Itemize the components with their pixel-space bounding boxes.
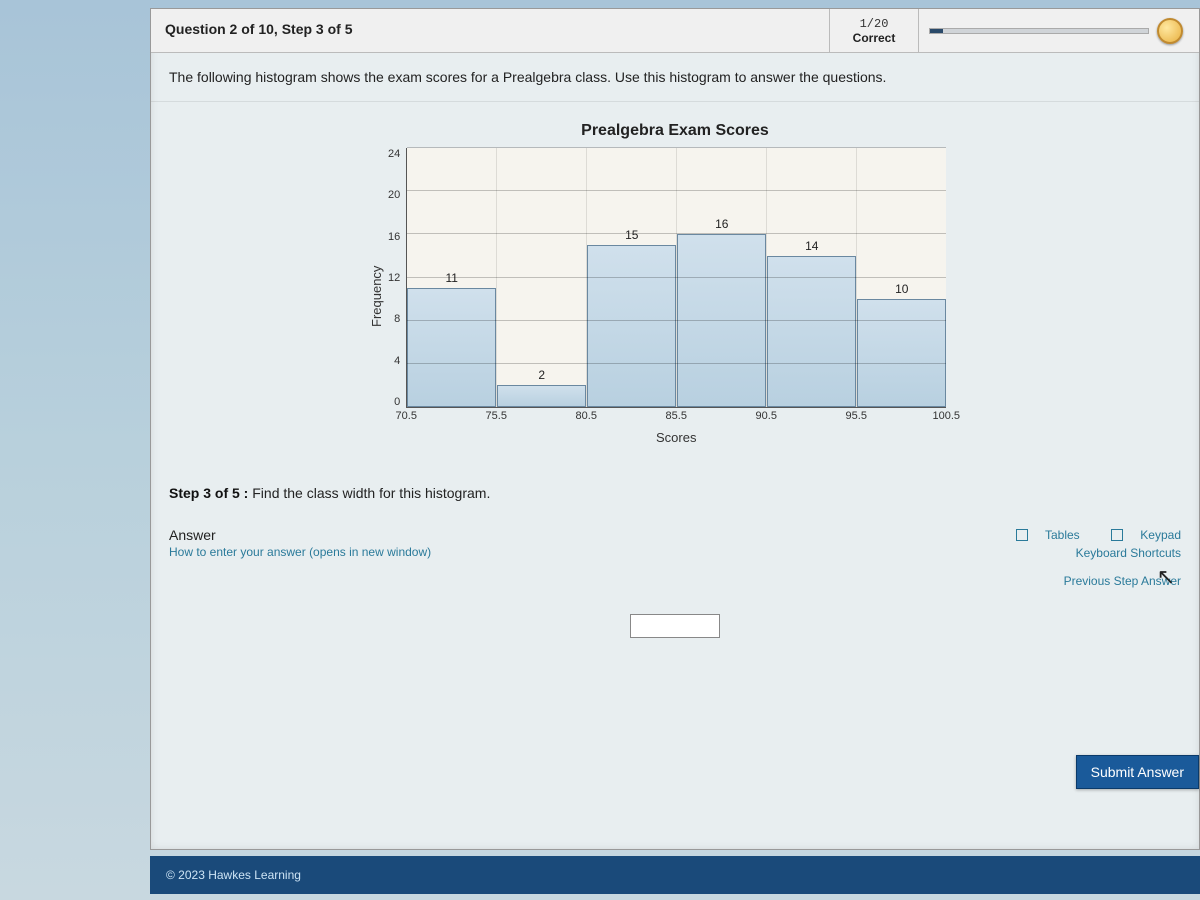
histogram-plot: 11 2 151614 10 (406, 148, 946, 408)
bar-value-label: 2 (498, 368, 585, 382)
main-panel: Question 2 of 10, Step 3 of 5 1/20 Corre… (150, 8, 1200, 850)
chart-title: Prealgebra Exam Scores (365, 122, 985, 140)
y-tick: 24 (388, 148, 400, 160)
histogram-bar: 14 (767, 148, 857, 407)
previous-step-link[interactable]: Previous Step Answer (988, 574, 1181, 588)
histogram-bar: 11 (407, 148, 497, 407)
y-tick: 16 (388, 231, 400, 243)
score-status: Correct (853, 31, 896, 45)
histogram-bar: 2 (497, 148, 587, 407)
histogram-bar: 15 (587, 148, 677, 407)
histogram-bar: 16 (677, 148, 767, 407)
x-tick: 95.5 (846, 410, 867, 422)
x-axis-ticks: 70.575.580.585.590.595.5100.5 (406, 408, 946, 426)
keypad-link[interactable]: Keypad (1097, 528, 1181, 542)
help-button[interactable] (1157, 18, 1183, 44)
question-step-label: Question 2 of 10, Step 3 of 5 (151, 9, 829, 52)
histogram-bar: 10 (857, 148, 946, 407)
keyboard-shortcuts-link[interactable]: Keyboard Shortcuts (988, 546, 1181, 560)
table-icon (1016, 529, 1028, 541)
step-label-bold: Step 3 of 5 : (169, 485, 248, 501)
progress-fill (930, 29, 943, 33)
y-tick: 0 (394, 396, 400, 408)
x-tick: 80.5 (576, 410, 597, 422)
x-tick: 100.5 (932, 410, 960, 422)
bar-value-label: 14 (768, 239, 855, 253)
tables-link[interactable]: Tables (1002, 528, 1080, 542)
y-tick: 8 (394, 313, 400, 325)
chart-zone: Prealgebra Exam Scores Frequency 2420161… (151, 102, 1199, 455)
x-tick: 70.5 (396, 410, 417, 422)
x-tick: 75.5 (486, 410, 507, 422)
bar-value-label: 10 (858, 282, 945, 296)
bar-value-label: 15 (588, 228, 675, 242)
answer-heading: Answer (169, 527, 431, 543)
bar-value-label: 11 (408, 271, 495, 285)
y-tick: 20 (388, 189, 400, 201)
progress-area (919, 9, 1199, 52)
score-box: 1/20 Correct (829, 9, 919, 52)
x-tick: 85.5 (666, 410, 687, 422)
how-to-enter-link[interactable]: How to enter your answer (opens in new w… (169, 545, 431, 559)
bar-value-label: 16 (678, 217, 765, 231)
answer-input[interactable] (630, 614, 720, 638)
y-axis-label: Frequency (365, 148, 388, 445)
score-fraction: 1/20 (860, 17, 889, 31)
answer-section: Answer How to enter your answer (opens i… (151, 511, 1199, 594)
step-prompt: Step 3 of 5 : Find the class width for t… (151, 455, 1199, 511)
x-axis-label: Scores (406, 430, 946, 445)
submit-answer-button[interactable]: Submit Answer (1076, 755, 1199, 789)
step-label-text: Find the class width for this histogram. (248, 485, 490, 501)
keypad-icon (1111, 529, 1123, 541)
question-instructions: The following histogram shows the exam s… (151, 53, 1199, 102)
footer-copyright: © 2023 Hawkes Learning (150, 856, 1200, 894)
x-tick: 90.5 (756, 410, 777, 422)
progress-bar (929, 28, 1149, 34)
y-tick: 12 (388, 272, 400, 284)
y-axis-ticks: 24 20 16 12 8 4 0 (388, 148, 406, 408)
y-tick: 4 (394, 355, 400, 367)
header-row: Question 2 of 10, Step 3 of 5 1/20 Corre… (151, 9, 1199, 53)
